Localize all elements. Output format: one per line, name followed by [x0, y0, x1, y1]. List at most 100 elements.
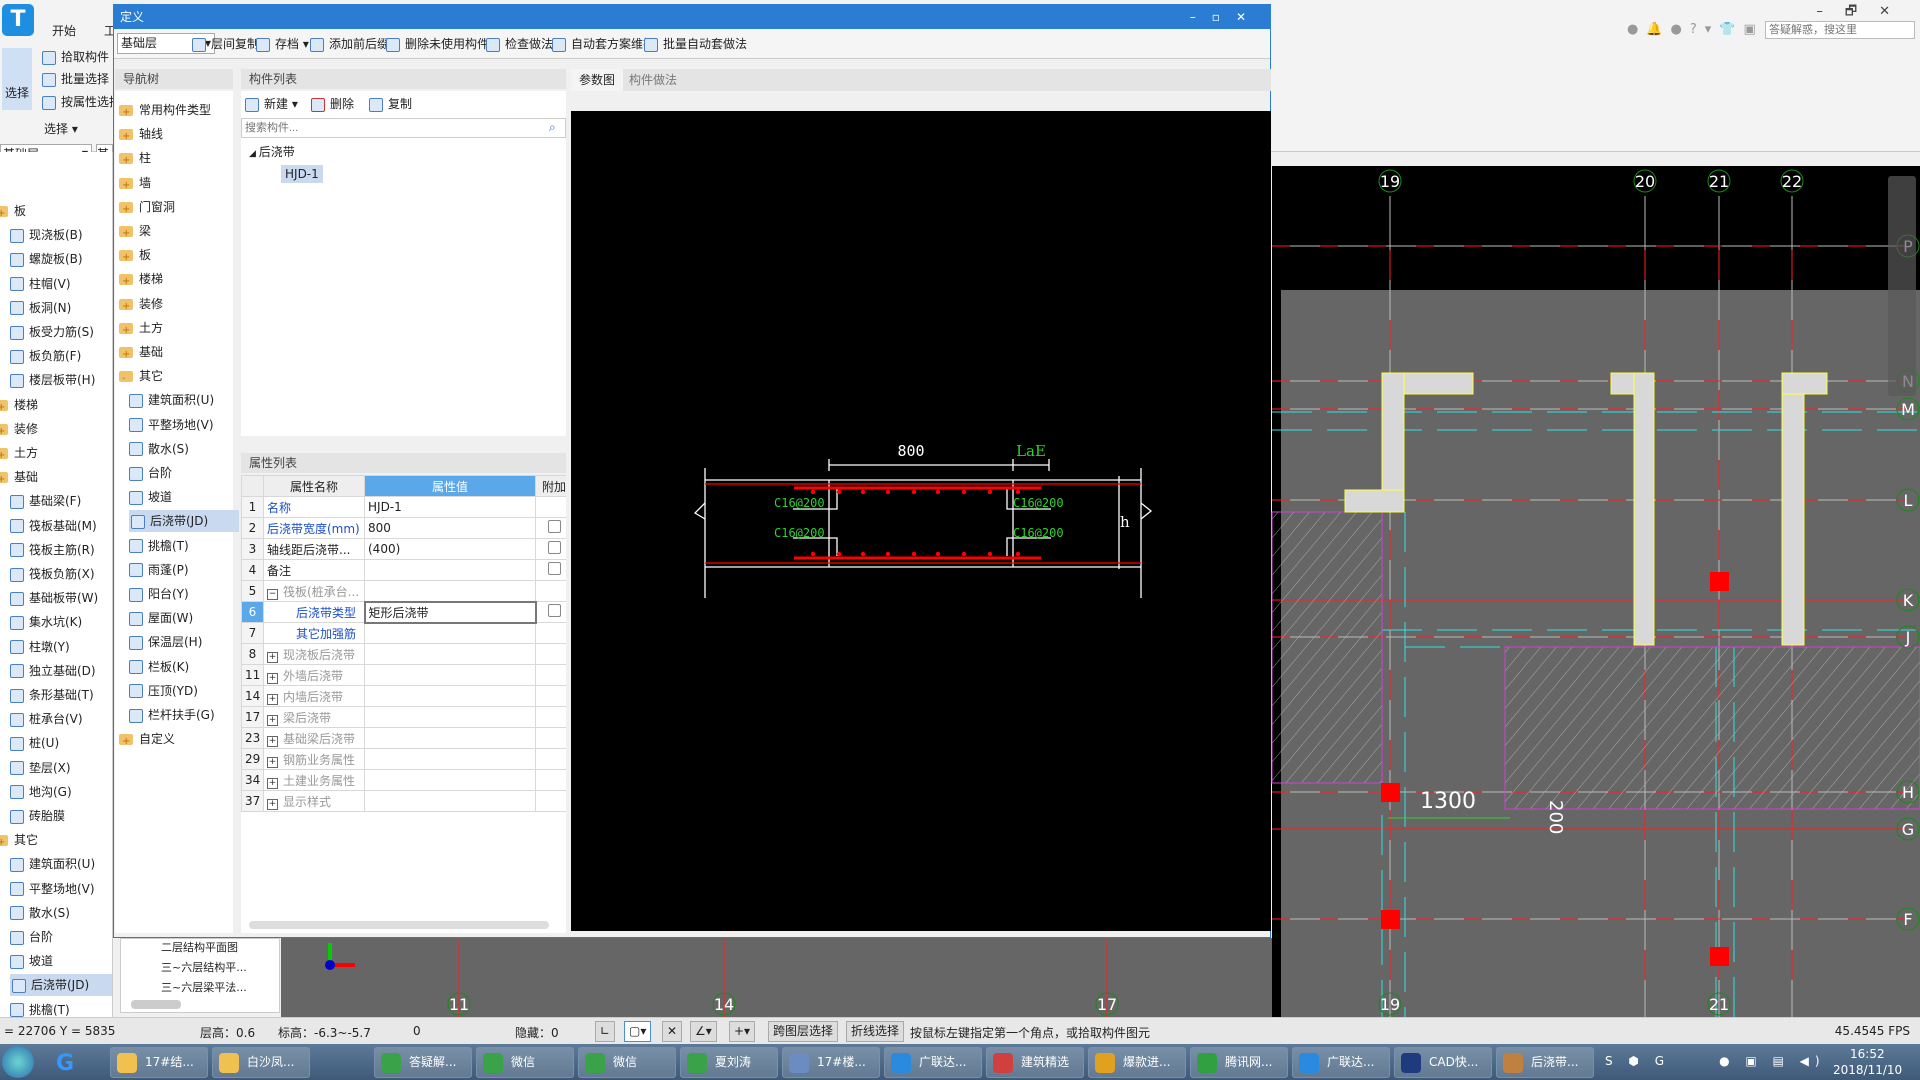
property-row[interactable]: 6 后浇带类型 矩形后浇带: [241, 600, 566, 624]
property-row[interactable]: 14 + 内墙后浇带: [241, 685, 566, 707]
property-row[interactable]: 4 备注: [241, 559, 566, 581]
property-row[interactable]: 11 + 外墙后浇带: [241, 664, 566, 686]
start-button[interactable]: [2, 1046, 34, 1078]
snap-button[interactable]: +▾: [729, 1021, 756, 1042]
expand-icon[interactable]: +: [267, 756, 278, 768]
taskbar-item[interactable]: 广联达...: [884, 1047, 982, 1078]
clock-date[interactable]: 2018/11/10: [1833, 1063, 1902, 1077]
property-value[interactable]: [364, 769, 536, 791]
toolbar-button[interactable]: 自动套方案维护: [552, 35, 655, 53]
property-row[interactable]: 5− 筏板(桩承台...: [241, 580, 566, 602]
tree-item[interactable]: 装修: [119, 293, 163, 318]
tree-item[interactable]: 板: [119, 244, 151, 269]
tree-item[interactable]: 台阶: [129, 462, 172, 484]
taskbar-item[interactable]: 微信: [578, 1047, 676, 1078]
property-row[interactable]: 37 + 显示样式: [241, 790, 566, 812]
property-value[interactable]: [364, 748, 536, 770]
tree-item[interactable]: 柱: [119, 147, 151, 172]
tree-item[interactable]: 散水(S): [129, 438, 189, 460]
taskbar-item[interactable]: 微信: [476, 1047, 574, 1078]
copy-button[interactable]: 复制: [369, 95, 412, 112]
attach-checkbox[interactable]: [547, 520, 561, 533]
tree-item[interactable]: 压顶(YD): [129, 680, 198, 702]
taskbar-item[interactable]: 答疑解...: [374, 1047, 472, 1078]
taskbar-item[interactable]: 白沙凤...: [212, 1047, 310, 1078]
taskbar-item[interactable]: 广联达...: [1292, 1047, 1390, 1078]
dialog-titlebar[interactable]: 定义 –▫✕: [114, 5, 1270, 29]
toolbar-button[interactable]: 删除未使用构件: [386, 35, 489, 53]
drawing-item[interactable]: 二层结构平面图: [161, 939, 238, 955]
tree-item[interactable]: 坡道: [129, 486, 172, 508]
toolbar-button[interactable]: 层间复制: [192, 35, 259, 53]
taskbar-item[interactable]: 17#结...: [110, 1047, 208, 1078]
maximize-button[interactable]: ▫: [1212, 10, 1236, 24]
attach-checkbox[interactable]: [547, 562, 561, 575]
component-search-input[interactable]: [241, 118, 566, 138]
expand-icon[interactable]: +: [267, 651, 278, 663]
property-value[interactable]: 800: [364, 517, 536, 539]
tree-item[interactable]: 建筑面积(U): [129, 389, 214, 411]
tree-item[interactable]: 梁: [119, 220, 151, 245]
tree-item[interactable]: 屋面(W): [129, 607, 193, 629]
taskbar-item[interactable]: 后浇带...: [1496, 1047, 1594, 1078]
property-value[interactable]: [364, 643, 536, 665]
tray-icons[interactable]: S ⬢ G ● ▣ ▤ ◀): [1605, 1054, 1826, 1068]
property-row[interactable]: 1 名称 HJD-1: [241, 496, 566, 518]
property-row[interactable]: 17 + 梁后浇带: [241, 706, 566, 728]
property-value[interactable]: 矩形后浇带: [363, 600, 537, 624]
orthogonal-button[interactable]: ∟: [595, 1021, 616, 1042]
property-value[interactable]: (400): [364, 538, 536, 560]
toolbar-button[interactable]: 存档 ▾: [256, 35, 309, 53]
expand-icon[interactable]: +: [267, 777, 278, 789]
taskbar-item[interactable]: 爆款进...: [1088, 1047, 1186, 1078]
property-value[interactable]: [364, 622, 536, 644]
property-value[interactable]: HJD-1: [364, 496, 536, 518]
property-value[interactable]: [364, 727, 536, 749]
toolbar-button[interactable]: 批量自动套做法: [644, 35, 747, 53]
angle-button[interactable]: ∠▾: [690, 1021, 717, 1042]
tree-item[interactable]: 基础: [119, 341, 163, 366]
tree-item[interactable]: 挑檐(T): [129, 535, 189, 557]
property-row[interactable]: 8 + 现浇板后浇带: [241, 643, 566, 665]
taskbar-item[interactable]: 夏刘涛: [680, 1047, 778, 1078]
attach-checkbox[interactable]: [547, 604, 561, 617]
expand-icon[interactable]: +: [267, 735, 278, 747]
property-row[interactable]: 2 后浇带宽度(mm) 800: [241, 517, 566, 539]
property-value[interactable]: [364, 664, 536, 686]
property-value[interactable]: [364, 685, 536, 707]
polyline-select-button[interactable]: 折线选择: [846, 1021, 905, 1042]
select-mode-button[interactable]: ▢▾: [624, 1021, 652, 1042]
new-button[interactable]: 新建 ▾: [245, 95, 298, 112]
property-row[interactable]: 29 + 钢筋业务属性: [241, 748, 566, 770]
taskbar-item[interactable]: 腾讯网...: [1190, 1047, 1288, 1078]
tree-item[interactable]: 后浇带(JD): [129, 510, 239, 533]
expand-icon[interactable]: +: [267, 798, 278, 810]
cross-button[interactable]: ✕: [662, 1021, 683, 1042]
property-value[interactable]: [364, 559, 536, 581]
property-value[interactable]: [364, 580, 536, 602]
drawing-item[interactable]: 三~六层结构平...: [161, 959, 247, 975]
minimize-button[interactable]: –: [1190, 10, 1212, 24]
property-value[interactable]: [364, 706, 536, 728]
expand-icon[interactable]: +: [267, 693, 278, 705]
tree-item[interactable]: 轴线: [119, 123, 163, 148]
close-button[interactable]: ✕: [1236, 10, 1262, 24]
tree-item[interactable]: 门窗洞: [119, 196, 175, 221]
tree-item[interactable]: 保温层(H): [129, 631, 202, 653]
tree-item[interactable]: 栏板(K): [129, 656, 189, 678]
collapse-icon[interactable]: −: [267, 588, 278, 600]
tab-component-method[interactable]: 构件做法: [621, 69, 685, 91]
attach-checkbox[interactable]: [547, 541, 561, 554]
taskbar-item[interactable]: 17#楼...: [782, 1047, 880, 1078]
horizontal-scrollbar[interactable]: [249, 921, 549, 929]
view-cube-toolbar[interactable]: [1888, 176, 1916, 396]
taskbar-item[interactable]: CAD快...: [1394, 1047, 1492, 1078]
delete-button[interactable]: 删除: [311, 95, 354, 112]
component-item[interactable]: HJD-1: [281, 165, 323, 183]
property-row[interactable]: 34 + 土建业务属性: [241, 769, 566, 791]
column-header[interactable]: 附加: [535, 475, 566, 497]
tree-item[interactable]: 阳台(Y): [129, 583, 189, 605]
property-row[interactable]: 7 其它加强筋: [241, 622, 566, 644]
tree-item[interactable]: 墙: [119, 172, 151, 197]
drawing-item[interactable]: 三~六层梁平法...: [161, 979, 247, 995]
